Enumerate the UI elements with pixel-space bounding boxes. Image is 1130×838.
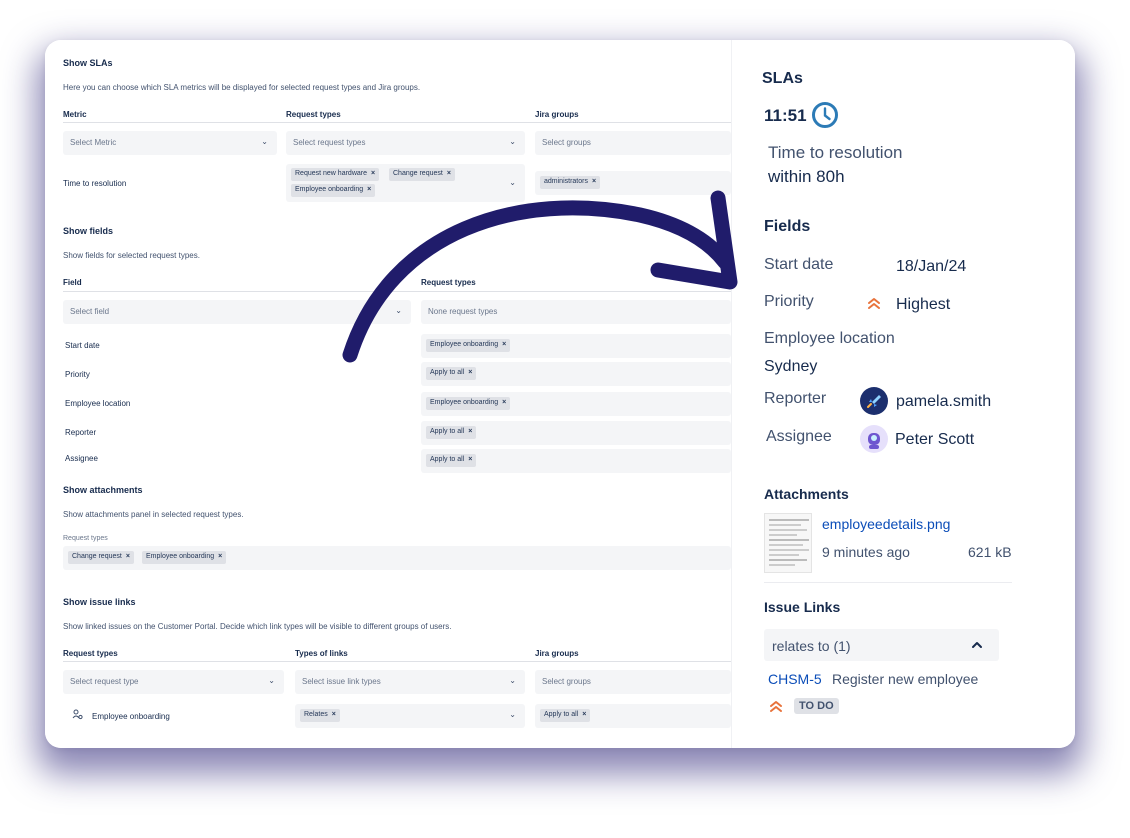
curved-arrow: [342, 190, 738, 363]
curved-arrow-shaft: [342, 200, 733, 363]
